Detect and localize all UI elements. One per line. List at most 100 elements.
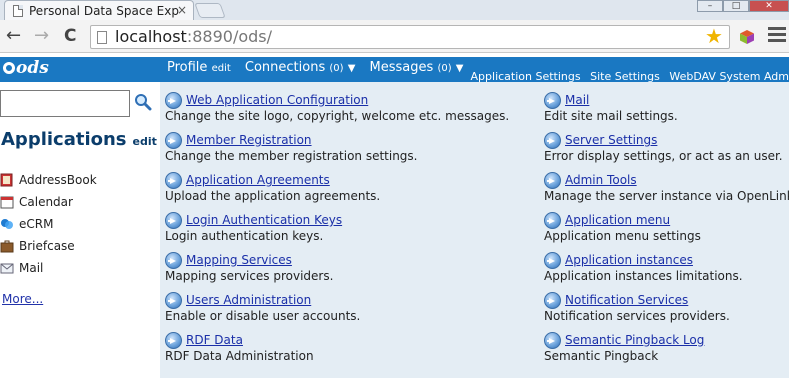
settings-entry: Mail Edit site mail settings. bbox=[544, 91, 789, 124]
entry-description: Change the member registration settings. bbox=[165, 149, 418, 163]
nav-messages[interactable]: Messages (0) ▼ bbox=[370, 60, 464, 75]
ods-logo[interactable]: ods bbox=[3, 58, 49, 78]
entry-description: Application menu settings bbox=[544, 229, 701, 243]
entry-description: Login authentication keys. bbox=[165, 229, 324, 243]
app-item-ecrm[interactable]: eCRM bbox=[0, 214, 53, 234]
go-arrow-icon[interactable] bbox=[544, 251, 561, 269]
extension-cube-icon[interactable] bbox=[739, 29, 755, 45]
nav-connections[interactable]: Connections (0) ▼ bbox=[245, 60, 356, 75]
link-server-settings[interactable]: Server Settings bbox=[565, 133, 657, 147]
go-arrow-icon[interactable] bbox=[165, 171, 182, 189]
browser-tab[interactable]: Personal Data Space Exp × bbox=[4, 0, 194, 20]
window-close-button[interactable]: ✕ bbox=[749, 0, 789, 12]
page-icon bbox=[97, 31, 107, 44]
settings-entry: Web Application Configuration Change the… bbox=[165, 91, 545, 124]
entry-description: Semantic Pingback bbox=[544, 349, 659, 363]
search-icon[interactable] bbox=[134, 93, 152, 111]
entry-description: Notification services providers. bbox=[544, 309, 730, 323]
app-item-calendar[interactable]: Calendar bbox=[0, 192, 73, 212]
new-tab-button[interactable] bbox=[194, 3, 226, 18]
go-arrow-icon[interactable] bbox=[544, 331, 561, 349]
settings-entry: Semantic Pingback Log Semantic Pingback bbox=[544, 331, 789, 364]
applications-heading: Applications edit bbox=[1, 129, 157, 150]
forward-icon[interactable]: → bbox=[34, 26, 49, 46]
settings-entry: Admin Tools Manage the server instance v… bbox=[544, 171, 789, 204]
chevron-down-icon: ▼ bbox=[455, 63, 464, 74]
link-semantic-pingback-log[interactable]: Semantic Pingback Log bbox=[565, 333, 704, 347]
nav-profile[interactable]: Profile edit bbox=[167, 60, 231, 75]
link-mail[interactable]: Mail bbox=[565, 93, 589, 107]
settings-entry: Server Settings Error display settings, … bbox=[544, 131, 789, 164]
app-label: AddressBook bbox=[19, 173, 97, 187]
settings-entry: Notification Services Notification servi… bbox=[544, 291, 789, 324]
go-arrow-icon[interactable] bbox=[165, 331, 182, 349]
go-arrow-icon[interactable] bbox=[165, 131, 182, 149]
browser-tabstrip: Personal Data Space Exp × – □ ✕ bbox=[0, 0, 789, 20]
briefcase-icon bbox=[0, 240, 14, 253]
entry-description: RDF Data Administration bbox=[165, 349, 314, 363]
settings-entry: Application Agreements Upload the applic… bbox=[165, 171, 545, 204]
go-arrow-icon[interactable] bbox=[165, 251, 182, 269]
go-arrow-icon[interactable] bbox=[544, 211, 561, 229]
reload-icon[interactable]: C bbox=[64, 26, 76, 46]
browser-menu-icon[interactable] bbox=[768, 27, 786, 45]
app-label: Briefcase bbox=[19, 239, 75, 253]
go-arrow-icon[interactable] bbox=[544, 171, 561, 189]
link-notification-services[interactable]: Notification Services bbox=[565, 293, 688, 307]
settings-entry: Member Registration Change the member re… bbox=[165, 131, 545, 164]
link-web-application-configuration[interactable]: Web Application Configuration bbox=[186, 93, 368, 107]
ods-header-bar: ods Profile edit Connections (0) ▼ Messa… bbox=[0, 57, 789, 83]
link-application-menu[interactable]: Application menu bbox=[565, 213, 670, 227]
entry-description: Edit site mail settings. bbox=[544, 109, 678, 123]
go-arrow-icon[interactable] bbox=[544, 91, 561, 109]
entry-description: Application instances limitations. bbox=[544, 269, 743, 283]
window-controls: – □ ✕ bbox=[697, 0, 789, 12]
go-arrow-icon[interactable] bbox=[544, 131, 561, 149]
bookmark-star-icon[interactable]: ★ bbox=[705, 25, 723, 47]
go-arrow-icon[interactable] bbox=[165, 211, 182, 229]
settings-entry: Login Authentication Keys Login authenti… bbox=[165, 211, 545, 244]
app-item-mail[interactable]: Mail bbox=[0, 258, 43, 278]
link-rdf-data[interactable]: RDF Data bbox=[186, 333, 243, 347]
calendar-icon bbox=[0, 196, 14, 209]
maximize-button[interactable]: □ bbox=[723, 0, 749, 12]
entry-description: Mapping services providers. bbox=[165, 269, 334, 283]
app-item-addressbook[interactable]: AddressBook bbox=[0, 170, 97, 190]
settings-entry: Application menu Application menu settin… bbox=[544, 211, 789, 244]
top-nav: Profile edit Connections (0) ▼ Messages … bbox=[167, 60, 473, 75]
app-item-briefcase[interactable]: Briefcase bbox=[0, 236, 75, 256]
page-icon bbox=[13, 4, 23, 17]
app-label: Calendar bbox=[19, 195, 73, 209]
admin-settings-panel: Web Application Configuration Change the… bbox=[160, 82, 789, 378]
tab-title: Personal Data Space Exp bbox=[29, 3, 179, 18]
app-label: Mail bbox=[19, 261, 44, 275]
more-apps-link[interactable]: More... bbox=[2, 292, 43, 306]
ecrm-icon bbox=[1, 219, 13, 229]
applications-edit-link[interactable]: edit bbox=[133, 135, 157, 148]
addressbook-icon bbox=[0, 173, 13, 187]
minimize-button[interactable]: – bbox=[697, 0, 723, 12]
settings-entry: Application instances Application instan… bbox=[544, 251, 789, 284]
app-label: eCRM bbox=[19, 217, 54, 231]
link-login-authentication-keys[interactable]: Login Authentication Keys bbox=[186, 213, 342, 227]
entry-description: Enable or disable user accounts. bbox=[165, 309, 361, 323]
link-admin-tools[interactable]: Admin Tools bbox=[565, 173, 637, 187]
link-application-agreements[interactable]: Application Agreements bbox=[186, 173, 330, 187]
link-application-instances[interactable]: Application instances bbox=[565, 253, 693, 267]
address-bar[interactable]: localhost:8890/ods/ bbox=[90, 25, 730, 49]
entry-description: Manage the server instance via OpenLink bbox=[544, 189, 789, 203]
search-input[interactable] bbox=[0, 90, 130, 117]
url-path: :8890/ods/ bbox=[186, 27, 272, 46]
back-icon[interactable]: ← bbox=[6, 26, 21, 46]
mail-icon bbox=[0, 263, 14, 274]
tab-close-icon[interactable]: × bbox=[177, 3, 187, 17]
go-arrow-icon[interactable] bbox=[165, 291, 182, 309]
entry-description: Error display settings, or act as an use… bbox=[544, 149, 783, 163]
link-member-registration[interactable]: Member Registration bbox=[186, 133, 312, 147]
go-arrow-icon[interactable] bbox=[165, 91, 182, 109]
settings-entry: Users Administration Enable or disable u… bbox=[165, 291, 545, 324]
link-mapping-services[interactable]: Mapping Services bbox=[186, 253, 292, 267]
chevron-down-icon: ▼ bbox=[347, 63, 356, 74]
link-users-administration[interactable]: Users Administration bbox=[186, 293, 311, 307]
go-arrow-icon[interactable] bbox=[544, 291, 561, 309]
